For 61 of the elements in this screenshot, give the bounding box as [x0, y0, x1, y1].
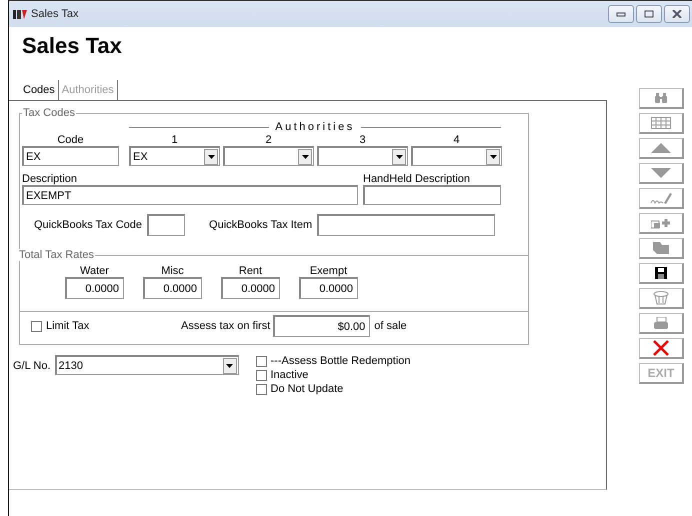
cancel-button[interactable]	[639, 338, 684, 359]
save-icon	[655, 267, 667, 279]
field-label: QuickBooks Tax Code	[34, 219, 142, 231]
authority-dropdown[interactable]	[317, 146, 408, 166]
signature-pen-icon	[650, 191, 672, 205]
save-button[interactable]	[639, 263, 684, 284]
group-legend: Total Tax Rates	[18, 249, 96, 261]
limit-tax-checkbox[interactable]: Limit Tax	[31, 320, 171, 332]
window-title: Sales Tax	[31, 8, 78, 20]
rate-field[interactable]: 0.0000	[143, 277, 202, 299]
rate-field[interactable]: 0.0000	[65, 277, 124, 299]
add-record-icon	[651, 217, 671, 229]
printer-icon	[653, 317, 669, 329]
handheld-description-field[interactable]	[363, 185, 501, 205]
form-heading: Sales Tax	[22, 33, 123, 60]
group-legend: Tax Codes	[22, 107, 76, 119]
close-icon	[653, 340, 669, 356]
field-label: QuickBooks Tax Item	[209, 219, 312, 231]
field-label: Code	[56, 134, 85, 146]
gl-number-dropdown[interactable]: 2130	[54, 355, 238, 375]
quickbooks-tax-item-field[interactable]	[317, 214, 496, 236]
rate-field[interactable]: 0.0000	[221, 277, 280, 299]
option-checkbox[interactable]: Inactive	[256, 369, 410, 382]
field-label: Rent	[238, 265, 264, 277]
code-field[interactable]: EX	[22, 146, 119, 166]
field-label: 3	[358, 134, 367, 146]
option-checkbox[interactable]: ---Assess Bottle Redemption	[256, 355, 410, 368]
description-field[interactable]: EXEMPT	[22, 185, 358, 205]
field-label: Exempt	[308, 265, 348, 277]
authority-dropdown[interactable]: EX	[129, 146, 220, 166]
field-label: HandHeld Description	[363, 173, 471, 185]
app-logo-icon	[13, 9, 27, 19]
field-label: G/L No.	[13, 360, 50, 372]
field-label: Water	[79, 265, 110, 277]
field-label: Assess tax on first	[181, 320, 270, 332]
maximize-icon	[644, 10, 654, 18]
field-label: 4	[452, 134, 461, 146]
up-arrow-icon	[651, 143, 671, 153]
option-checkbox[interactable]: Do Not Update	[256, 383, 410, 396]
authority-dropdown[interactable]	[411, 146, 502, 166]
minimize-button[interactable]	[608, 5, 634, 23]
down-arrow-icon	[651, 168, 671, 178]
column-group-label: Authorities	[274, 121, 356, 134]
field-label: 1	[170, 134, 179, 146]
close-button[interactable]	[664, 5, 690, 23]
field-suffix: of sale	[374, 320, 407, 332]
binoculars-icon	[654, 93, 668, 103]
close-icon	[672, 10, 682, 18]
tab[interactable]: Codes	[21, 80, 59, 100]
assess-amount-field[interactable]: $0.00	[273, 315, 370, 337]
folder-icon	[653, 242, 669, 254]
field-label: 2	[264, 134, 273, 146]
trash-bin-icon	[653, 291, 669, 305]
field-label: Description	[22, 173, 78, 185]
quickbooks-tax-code-field[interactable]	[147, 214, 186, 236]
authority-dropdown[interactable]	[223, 146, 314, 166]
field-label: Misc	[160, 265, 185, 277]
table-icon	[651, 117, 671, 129]
rate-field[interactable]: 0.0000	[299, 277, 358, 299]
minimize-icon	[616, 11, 626, 17]
maximize-button[interactable]	[636, 5, 662, 23]
